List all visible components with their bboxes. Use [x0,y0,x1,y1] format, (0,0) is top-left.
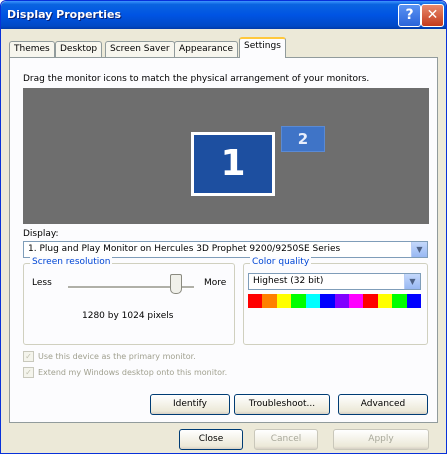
identify-button[interactable]: Identify [150,394,230,415]
checkbox-icon: ✓ [23,367,34,378]
monitor-arrangement-area[interactable]: 1 2 [23,88,429,224]
tab-settings[interactable]: Settings [239,37,286,58]
color-swatch [320,294,335,308]
tab-screen-saver[interactable]: Screen Saver [105,41,175,57]
color-swatch [334,294,349,308]
color-swatch [363,294,378,308]
chevron-down-icon[interactable]: ▼ [404,274,420,289]
resolution-less-label: Less [32,278,52,288]
color-quality-label: Color quality [250,257,312,267]
extend-desktop-checkbox[interactable]: ✓ Extend my Windows desktop onto this mo… [23,367,227,378]
color-swatch [392,294,407,308]
color-swatch [305,294,321,308]
checkbox-icon: ✓ [23,351,34,362]
apply-button[interactable]: Apply [333,429,429,450]
extend-desktop-label: Extend my Windows desktop onto this moni… [38,368,228,377]
troubleshoot-button[interactable]: Troubleshoot... [234,394,330,415]
display-dropdown[interactable]: 1. Plug and Play Monitor on Hercules 3D … [23,241,428,258]
screen-resolution-label: Screen resolution [30,257,113,267]
color-spectrum-bar [248,294,422,308]
display-dropdown-value: 1. Plug and Play Monitor on Hercules 3D … [28,244,341,254]
help-icon[interactable]: ? [398,4,421,27]
monitor-2-icon[interactable]: 2 [281,126,325,152]
cancel-button[interactable]: Cancel [254,429,318,450]
close-icon[interactable]: ✕ [421,4,444,27]
color-swatch [262,294,277,308]
close-button[interactable]: Close [179,429,243,450]
color-swatch [291,294,306,308]
title-bar[interactable]: Display Properties ? ✕ [1,1,446,29]
display-label: Display: [23,229,59,239]
advanced-button[interactable]: Advanced [338,394,428,415]
color-swatch [276,294,292,308]
resolution-slider-thumb[interactable] [170,274,183,294]
tab-themes[interactable]: Themes [9,41,55,57]
instruction-text: Drag the monitor icons to match the phys… [23,74,370,84]
color-quality-value: Highest (32 bit) [253,276,324,286]
primary-monitor-label: Use this device as the primary monitor. [38,352,196,361]
monitor-1-icon[interactable]: 1 [191,132,275,196]
chevron-down-icon[interactable]: ▼ [411,242,427,257]
resolution-more-label: More [204,278,227,288]
color-swatch [406,294,422,308]
color-quality-dropdown[interactable]: Highest (32 bit) ▼ [248,273,421,290]
screen-resolution-group: Screen resolution Less More 1280 by 1024… [23,257,235,345]
tab-appearance[interactable]: Appearance [174,41,239,57]
resolution-value-text: 1280 by 1024 pixels [82,311,174,321]
tab-desktop[interactable]: Desktop [55,41,103,57]
primary-monitor-checkbox[interactable]: ✓ Use this device as the primary monitor… [23,351,196,362]
color-swatch [248,294,263,308]
display-properties-window: Display Properties ? ✕ Themes Desktop Sc… [0,0,447,454]
color-quality-group: Color quality Highest (32 bit) ▼ [243,257,428,345]
color-swatch [348,294,364,308]
window-title: Display Properties [7,8,122,21]
color-swatch [377,294,393,308]
